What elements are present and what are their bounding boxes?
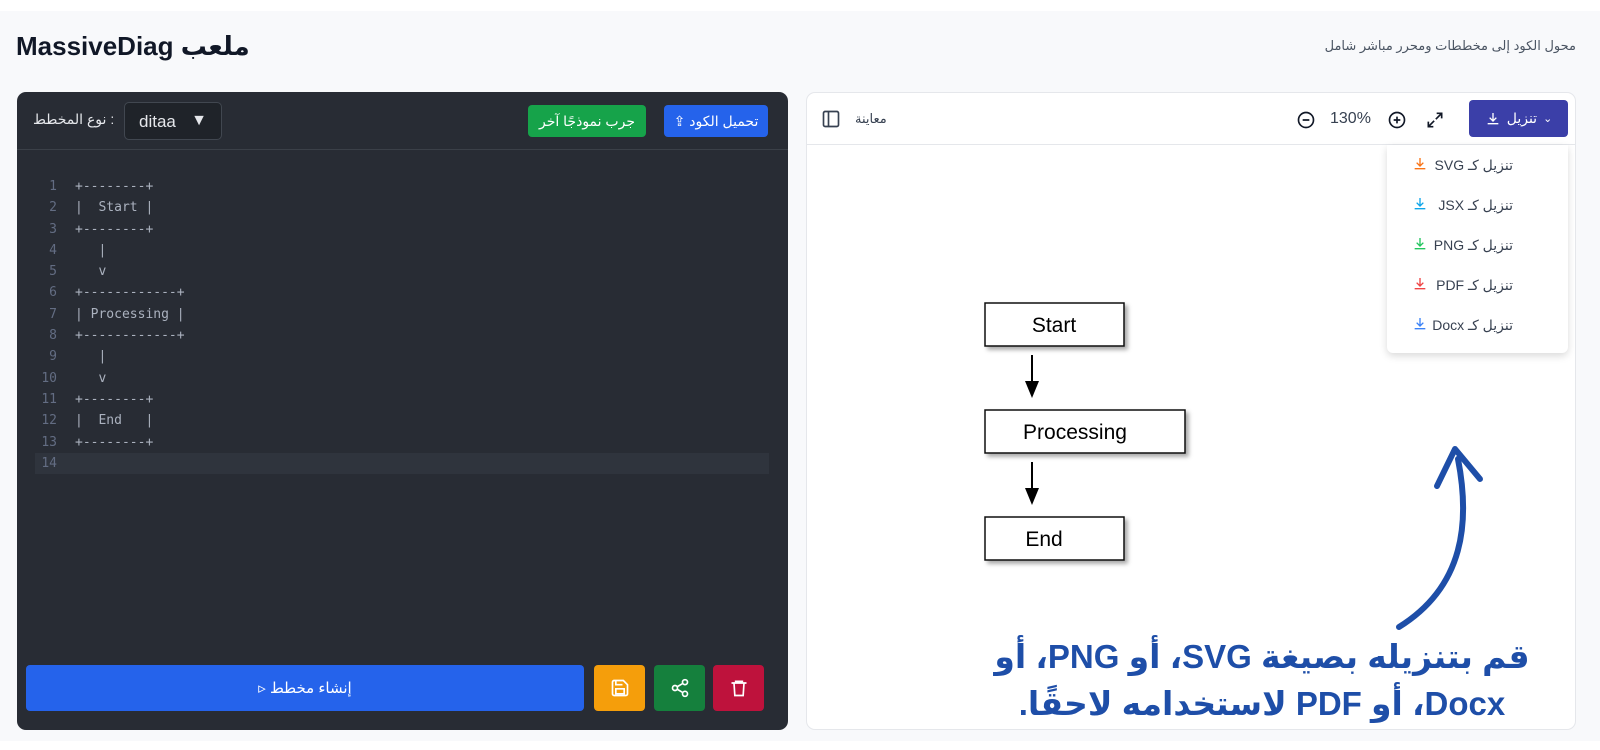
page-title: ملعب MassiveDiag (16, 31, 250, 61)
code-line: 11 +--------+ (41, 391, 154, 407)
zoom-out-icon[interactable] (1296, 110, 1316, 130)
share-button[interactable] (654, 665, 705, 711)
diagram-arrow (1025, 355, 1039, 398)
generate-diagram-button[interactable]: إنشاء مخطط ▹ (26, 665, 584, 711)
code-line: 8 +------------+ (49, 328, 185, 344)
diagram-type-select[interactable]: ditaa ▼ (124, 102, 222, 140)
preview-toolbar: معاينة 130% ⌄ تنزيل (807, 93, 1575, 145)
download-icon (1487, 112, 1499, 124)
annotation-caption: قم بتنزيله بصيغة SVG، أو PNG، أو Docx، أ… (962, 633, 1562, 727)
code-line: 2 | Start | (49, 200, 154, 216)
preview-label: معاينة (855, 111, 887, 126)
diagram-arrow (1025, 462, 1039, 505)
chevron-down-icon: ⌄ (1543, 113, 1553, 125)
code-line-active: 14 (35, 452, 769, 475)
save-icon (611, 679, 628, 697)
app-page: ملعب MassiveDiag محول الكود إلى مخططات و… (0, 11, 1600, 741)
code-line: 3 +--------+ (49, 221, 154, 237)
code-line: 9 | (49, 349, 107, 365)
zoom-level: 130% (1330, 110, 1371, 127)
diagram-node-end: End (984, 516, 1125, 561)
code-editor-panel: : نوع المخطط ditaa ▼ جرب نموذجًا آخر تحم… (17, 92, 788, 730)
annotation-arrow-icon (1396, 446, 1483, 630)
save-button[interactable] (594, 665, 645, 711)
code-line: 5 v (49, 264, 107, 280)
code-line: 4 | (49, 242, 107, 258)
diagram-type-value: ditaa (139, 112, 176, 131)
page-subtitle: محول الكود إلى مخططات ومحرر مباشر شامل (1324, 38, 1576, 53)
code-line: 13 +--------+ (41, 434, 154, 450)
node-label: Start (1032, 314, 1077, 337)
download-button[interactable]: ⌄ تنزيل (1469, 100, 1568, 137)
code-line: 10 v (41, 370, 107, 386)
try-another-sample-button[interactable]: جرب نموذجًا آخر (528, 105, 646, 137)
upload-code-button[interactable]: تحميل الكود ⇪ (664, 105, 768, 137)
caret-down-icon: ▼ (191, 112, 207, 129)
code-line: 6 +------------+ (49, 285, 185, 301)
code-line: 1 +--------+ (49, 179, 154, 194)
share-icon (671, 678, 688, 698)
annotation-line-1: قم بتنزيله بصيغة SVG، أو PNG، أو (994, 638, 1530, 675)
zoom-in-icon[interactable] (1387, 110, 1407, 130)
sidebar-toggle-icon[interactable] (821, 109, 841, 129)
diagram-type-label: : نوع المخطط (33, 111, 115, 127)
download-button-label: تنزيل (1506, 110, 1538, 126)
diagram-node-start: Start (984, 302, 1125, 347)
code-area[interactable]: 1 +--------+ 2 | Start | 3 +--------+ 4 | 5… (35, 176, 769, 475)
editor-toolbar: : نوع المخطط ditaa ▼ جرب نموذجًا آخر تحم… (17, 92, 788, 150)
delete-button[interactable] (713, 665, 764, 711)
node-label: End (1025, 528, 1062, 551)
fullscreen-icon[interactable] (1425, 110, 1445, 130)
diagram-node-processing: Processing (984, 409, 1186, 454)
code-line: 12 | End | (41, 413, 154, 429)
code-line: 7 | Processing | (49, 306, 185, 322)
annotation-line-2: Docx، أو PDF لاستخدامه لاحقًا. (1018, 685, 1506, 722)
node-label: Processing (1023, 421, 1127, 444)
trash-icon (731, 680, 746, 697)
